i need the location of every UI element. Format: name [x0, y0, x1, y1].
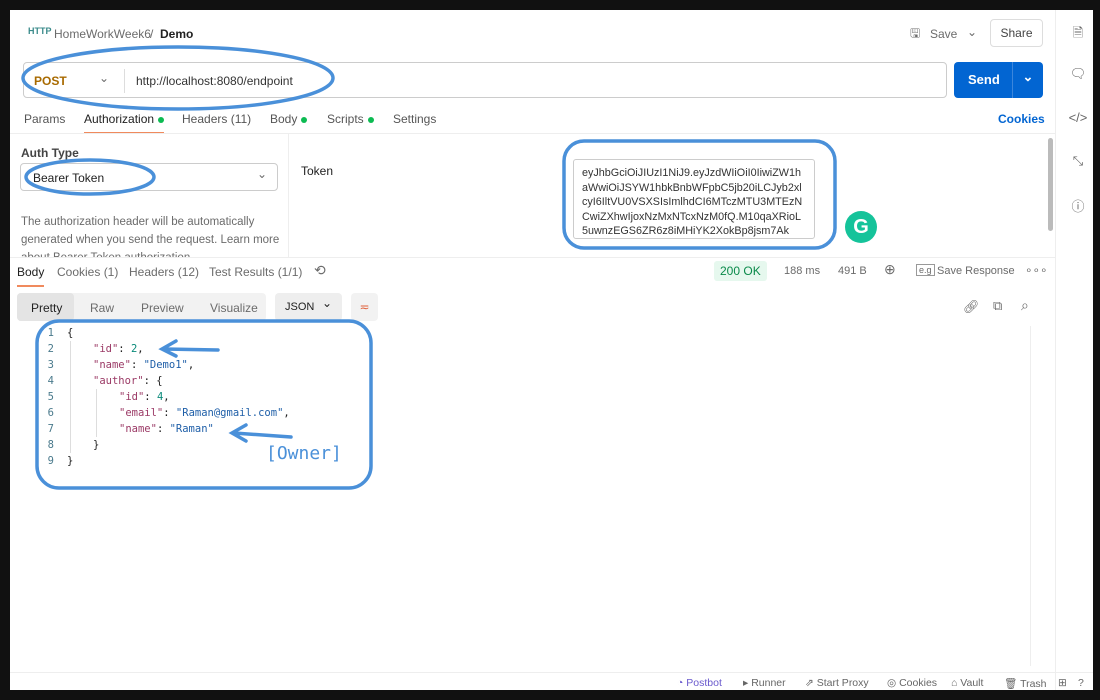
annotation-box-token: [562, 139, 837, 250]
annotation-arrow-id: [158, 339, 220, 358]
annotation-arrow-owner: [228, 423, 293, 443]
annotation-oval-auth-type: [24, 158, 156, 196]
annotation-oval-url: [21, 45, 335, 111]
annotation-layer: [Owner]: [21, 45, 837, 490]
annotation-owner-label: [Owner]: [266, 443, 342, 464]
postman-window: HTTP HomeWorkWeek6 / Demo 🖫 Save ⌄ Share…: [10, 10, 1093, 690]
